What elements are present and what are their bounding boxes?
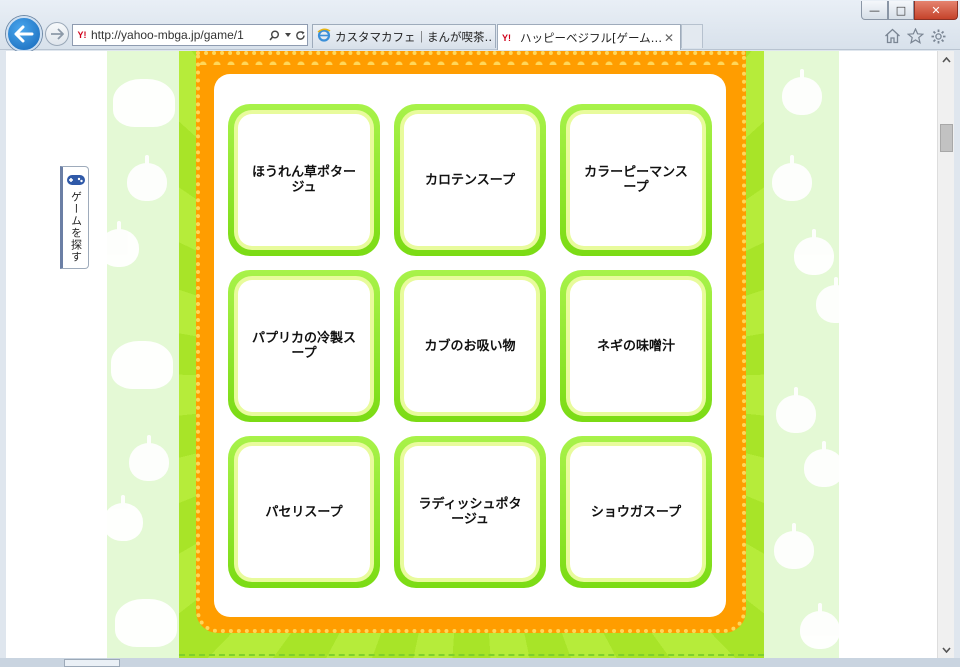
game-area: ほうれん草ポタージュ カロテンスープ カラーピーマンスープ パプリカの冷製スープ…	[179, 51, 764, 658]
dotted-divider	[179, 654, 764, 656]
menu-item-label: ネギの味噌汁	[570, 280, 702, 412]
tab-happy-vegiful[interactable]: Y! ハッピーベジフル[ゲーム… ✕	[497, 24, 681, 50]
find-games-tab[interactable]: ゲームを探す	[60, 166, 89, 269]
scroll-down-button[interactable]	[938, 641, 955, 658]
star-icon[interactable]	[905, 26, 925, 46]
gear-icon[interactable]	[928, 26, 948, 46]
menu-item-card[interactable]: パプリカの冷製スープ	[228, 270, 380, 422]
menu-item-card[interactable]: ネギの味噌汁	[560, 270, 712, 422]
menu-item-card[interactable]: カロテンスープ	[394, 104, 546, 256]
menu-item-card[interactable]: ほうれん草ポタージュ	[228, 104, 380, 256]
tab-label: カスタマカフェ｜まんが喫茶…	[335, 29, 491, 44]
menu-item-label: カロテンスープ	[404, 114, 536, 246]
page-viewport: ゲームを探す ほうれん草ポタージュ カロテンスープ カラーピーマンスープ パプリ…	[6, 51, 937, 658]
tab-label: ハッピーベジフル[ゲーム…	[520, 30, 662, 45]
menu-item-label: ほうれん草ポタージュ	[238, 114, 370, 246]
address-bar[interactable]: Y! http://yahoo-mbga.jp/game/1	[72, 24, 308, 46]
menu-panel: ほうれん草ポタージュ カロテンスープ カラーピーマンスープ パプリカの冷製スープ…	[214, 74, 726, 617]
menu-item-label: カラーピーマンスープ	[570, 114, 702, 246]
minimize-button[interactable]: —	[861, 1, 888, 20]
find-games-label: ゲームを探す	[69, 191, 83, 263]
menu-item-label: ショウガスープ	[570, 446, 702, 578]
taskbar	[0, 658, 960, 667]
menu-frame: ほうれん草ポタージュ カロテンスープ カラーピーマンスープ パプリカの冷製スープ…	[196, 51, 746, 633]
home-icon[interactable]	[882, 26, 902, 46]
back-button[interactable]	[6, 16, 42, 52]
yahoo-favicon-icon: Y!	[77, 30, 87, 40]
gamepad-icon	[66, 175, 85, 185]
left-background-strip	[99, 51, 179, 658]
menu-item-card[interactable]: カラーピーマンスープ	[560, 104, 712, 256]
forward-arrow-icon	[51, 28, 64, 40]
dropdown-icon[interactable]	[281, 25, 294, 45]
menu-item-card[interactable]: ラディッシュポタージュ	[394, 436, 546, 588]
forward-button[interactable]	[45, 22, 69, 46]
right-background-strip	[764, 51, 856, 658]
menu-item-label: ラディッシュポタージュ	[404, 446, 536, 578]
search-icon[interactable]	[268, 25, 281, 45]
vertical-scrollbar[interactable]	[937, 51, 954, 658]
close-button[interactable]: ✕	[914, 1, 958, 20]
menu-item-card[interactable]: パセリスープ	[228, 436, 380, 588]
menu-item-label: パセリスープ	[238, 446, 370, 578]
scroll-up-button[interactable]	[938, 51, 955, 68]
ie-icon	[317, 28, 335, 45]
menu-item-label: カブのお吸い物	[404, 280, 536, 412]
close-tab-icon[interactable]: ✕	[662, 31, 676, 45]
tab-customa-cafe[interactable]: カスタマカフェ｜まんが喫茶…	[312, 24, 496, 48]
menu-item-card[interactable]: カブのお吸い物	[394, 270, 546, 422]
address-url[interactable]: http://yahoo-mbga.jp/game/1	[91, 28, 268, 42]
menu-item-card[interactable]: ショウガスープ	[560, 436, 712, 588]
yahoo-icon: Y!	[502, 32, 511, 43]
taskbar-item[interactable]	[64, 659, 120, 667]
back-arrow-icon	[14, 25, 34, 43]
refresh-icon[interactable]	[294, 25, 307, 45]
browser-titlebar: — □ ✕ Y! http://yahoo-mbga.jp/game/1 カスタ…	[0, 0, 960, 52]
new-tab-button[interactable]	[681, 24, 703, 48]
menu-item-label: パプリカの冷製スープ	[238, 280, 370, 412]
maximize-button[interactable]: □	[888, 1, 914, 20]
scroll-thumb[interactable]	[940, 124, 953, 152]
